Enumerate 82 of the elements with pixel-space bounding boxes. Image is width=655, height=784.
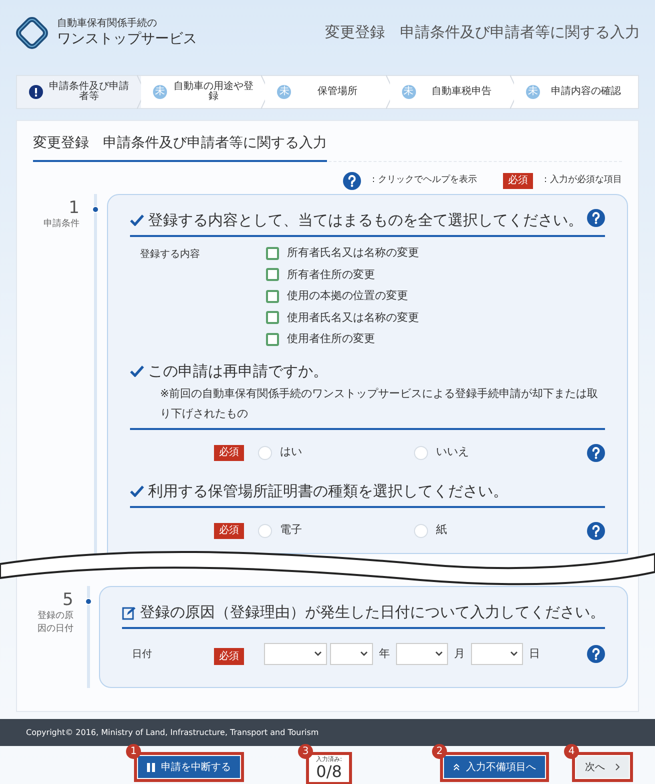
checkbox-label: 所有者氏名又は名称の変更 bbox=[287, 245, 419, 261]
edit-icon bbox=[122, 606, 136, 620]
logo-subtitle: 自動車保有関係手続の bbox=[57, 18, 158, 30]
question-heading: 登録の原因（登録理由）が発生した日付について入力してください。 bbox=[140, 602, 605, 623]
checkmark-icon bbox=[130, 364, 144, 376]
pending-badge: 未 bbox=[153, 85, 168, 99]
section-label: 登録の原因の日付 bbox=[36, 610, 74, 636]
field-label: 日付 bbox=[131, 648, 153, 662]
section-number: 5 bbox=[62, 590, 74, 610]
field-label: 登録する内容 bbox=[139, 248, 201, 262]
date-unit: 年 bbox=[378, 646, 391, 662]
help-icon[interactable] bbox=[587, 209, 605, 227]
radio-button[interactable] bbox=[258, 524, 272, 538]
question-heading: この申請は再申請ですか。 bbox=[148, 360, 329, 382]
double-chevron-up-icon bbox=[453, 763, 460, 771]
step-label: 自動車税申告 bbox=[430, 87, 493, 97]
section-label: 申請条件 bbox=[42, 218, 80, 231]
step-label: 自動車の用途や登録 bbox=[173, 82, 254, 102]
checkbox[interactable] bbox=[266, 246, 279, 260]
radio-label: はい bbox=[280, 444, 302, 460]
step-label: 申請内容の確認 bbox=[550, 87, 622, 97]
required-badge: 必須 bbox=[503, 173, 533, 189]
radio-button[interactable] bbox=[414, 524, 428, 538]
question-heading: 利用する保管場所証明書の種類を選択してください。 bbox=[148, 480, 509, 502]
checkbox-label: 使用者住所の変更 bbox=[287, 331, 375, 347]
callout-number: 3 bbox=[298, 744, 313, 759]
jump-to-errors-button[interactable]: 入力不備項目へ bbox=[444, 756, 545, 778]
dropdown-select[interactable] bbox=[396, 643, 448, 665]
chevron-right-icon bbox=[615, 763, 620, 771]
page-title: 変更登録 申請条件及び申請者等に関する入力 bbox=[325, 22, 640, 44]
required-badge: 必須 bbox=[214, 444, 244, 460]
checkbox[interactable] bbox=[266, 332, 279, 346]
help-icon[interactable] bbox=[343, 172, 361, 190]
checkbox[interactable] bbox=[266, 268, 279, 282]
checkbox[interactable] bbox=[266, 290, 279, 303]
suspend-button[interactable]: 申請を中断する bbox=[138, 756, 240, 778]
legend-text: ：入力が必須な項目 bbox=[541, 174, 622, 188]
radio-button[interactable] bbox=[258, 446, 272, 460]
section-number: 1 bbox=[68, 198, 80, 218]
legend-text: ：クリックでヘルプを表示 bbox=[369, 174, 477, 188]
required-badge: 必須 bbox=[214, 522, 244, 538]
radio-label: いいえ bbox=[436, 444, 469, 460]
radio-label: 電子 bbox=[280, 522, 302, 538]
dropdown-select[interactable] bbox=[330, 643, 373, 665]
callout-number: 2 bbox=[432, 744, 447, 759]
pending-badge: 未 bbox=[526, 85, 540, 99]
callout-number: 1 bbox=[126, 744, 141, 759]
progress-count: 0/8 bbox=[316, 763, 342, 781]
checkbox-label: 使用の本拠の位置の変更 bbox=[287, 288, 408, 304]
chevron-down-icon bbox=[510, 651, 518, 657]
chevron-down-icon bbox=[435, 651, 443, 657]
help-icon[interactable] bbox=[587, 645, 605, 663]
dropdown-select[interactable] bbox=[471, 643, 523, 665]
pending-badge: 未 bbox=[402, 85, 416, 99]
checkmark-icon bbox=[130, 484, 144, 496]
help-icon[interactable] bbox=[587, 444, 605, 462]
step-label: 申請条件及び申請者等 bbox=[49, 82, 130, 102]
copyright-text: Copyright© 2016, Ministry of Land, Infrastructure, Transport and Tourism bbox=[26, 726, 319, 738]
checkmark-icon bbox=[130, 214, 144, 226]
logo-title: ワンストップサービス bbox=[57, 30, 197, 48]
radio-label: 紙 bbox=[436, 522, 447, 538]
step-label: 保管場所 bbox=[316, 87, 358, 97]
pause-icon bbox=[147, 762, 155, 772]
chevron-down-icon bbox=[360, 651, 368, 657]
checkbox-label: 所有者住所の変更 bbox=[287, 266, 375, 282]
logo-icon bbox=[15, 16, 49, 50]
question-heading: 登録する内容として、当てはまるものを全て選択してください。 bbox=[148, 210, 583, 231]
form-title: 変更登録 申請条件及び申請者等に関する入力 bbox=[33, 133, 327, 162]
chevron-down-icon bbox=[314, 651, 322, 657]
date-unit: 日 bbox=[528, 646, 541, 662]
callout-number: 4 bbox=[564, 744, 579, 759]
checkbox[interactable] bbox=[266, 311, 279, 324]
required-badge: 必須 bbox=[214, 648, 244, 665]
date-unit: 月 bbox=[453, 646, 466, 662]
alert-icon bbox=[29, 85, 43, 99]
pending-badge: 未 bbox=[277, 85, 292, 99]
dropdown-select[interactable] bbox=[264, 643, 327, 665]
help-icon[interactable] bbox=[587, 522, 605, 540]
question-note: ※前回の自動車保有関係手続のワンストップサービスによる登録手続申請が却下または取り下げされたもの bbox=[159, 386, 600, 422]
radio-button[interactable] bbox=[414, 446, 428, 460]
next-button[interactable]: 次へ bbox=[576, 756, 629, 778]
checkbox-label: 使用者氏名又は名称の変更 bbox=[287, 310, 419, 326]
